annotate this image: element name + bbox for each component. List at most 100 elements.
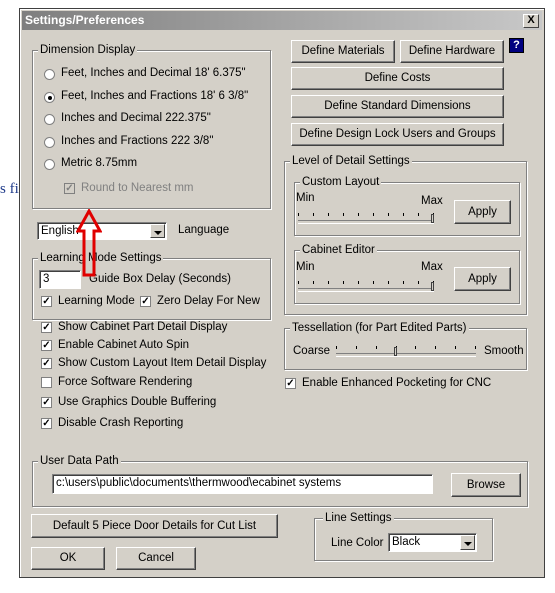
slider-tick — [373, 213, 374, 216]
learning-mode-group: Learning Mode Settings — [32, 251, 271, 320]
option-checkbox[interactable]: ✓ — [41, 397, 52, 408]
line-color-label: Line Color — [331, 537, 384, 549]
dimension-option-label: Feet, Inches and Fractions 18' 6 3/8" — [61, 90, 249, 102]
guide-box-delay-input[interactable]: 3 — [39, 270, 81, 289]
slider-tick — [358, 213, 359, 216]
option-label: Enable Cabinet Auto Spin — [58, 339, 190, 351]
option-label: Force Software Rendering — [58, 376, 193, 388]
zero-delay-checkbox[interactable]: ✓ — [140, 296, 151, 307]
round-to-nearest-mm-label: Round to Nearest mm — [81, 182, 194, 194]
learning-mode-checkbox[interactable]: ✓ — [41, 296, 52, 307]
level-of-detail-title: Level of Detail Settings — [290, 154, 412, 168]
option-label: Use Graphics Double Buffering — [58, 396, 217, 408]
cancel-button[interactable]: Cancel — [116, 547, 196, 570]
slider-tick — [336, 346, 337, 349]
slider-tick — [418, 213, 419, 216]
slider-thumb[interactable] — [431, 282, 434, 291]
language-label: Language — [178, 224, 230, 236]
window-title: Settings/Preferences — [25, 13, 145, 27]
slider-tick — [298, 213, 299, 216]
dimension-option-label: Metric 8.75mm — [61, 157, 138, 169]
title-bar[interactable]: Settings/Preferences X — [22, 11, 542, 30]
custom-layout-apply-button[interactable]: Apply — [454, 200, 511, 224]
line-color-value: Black — [392, 536, 421, 548]
define-costs-button[interactable]: Define Costs — [291, 67, 504, 90]
guide-box-delay-label: Guide Box Delay (Seconds) — [89, 273, 231, 285]
browse-button[interactable]: Browse — [451, 473, 521, 497]
dimension-radio[interactable] — [44, 159, 55, 170]
slider-thumb[interactable] — [431, 214, 434, 223]
slider-track — [298, 220, 434, 224]
define-design-lock-button[interactable]: Define Design Lock Users and Groups — [291, 123, 504, 146]
option-checkbox[interactable]: ✓ — [41, 322, 52, 333]
default-door-details-button[interactable]: Default 5 Piece Door Details for Cut Lis… — [31, 514, 278, 538]
slider-tick — [475, 346, 476, 349]
slider-tick — [403, 213, 404, 216]
slider-tick — [358, 281, 359, 284]
slider-tick — [388, 213, 389, 216]
line-settings-title: Line Settings — [323, 511, 394, 525]
user-data-path-input[interactable]: c:\users\public\documents\thermwood\ecab… — [52, 474, 433, 494]
slider-tick — [328, 213, 329, 216]
help-icon[interactable]: ? — [509, 38, 524, 53]
custom-layout-title: Custom Layout — [300, 175, 382, 189]
option-checkbox[interactable]: ✓ — [41, 340, 52, 351]
dimension-option-label: Inches and Decimal 222.375" — [61, 112, 211, 124]
slider-tick — [403, 281, 404, 284]
chevron-down-icon[interactable] — [460, 535, 475, 550]
option-checkbox[interactable]: ✓ — [41, 418, 52, 429]
dimension-radio[interactable] — [44, 69, 55, 80]
option-label: Show Cabinet Part Detail Display — [58, 321, 228, 333]
enhanced-pocketing-label: Enable Enhanced Pocketing for CNC — [302, 377, 492, 389]
cabinet-editor-max-label: Max — [421, 261, 443, 273]
slider-track — [298, 288, 434, 292]
annotation-arrow-icon — [76, 209, 102, 277]
tessellation-title: Tessellation (for Part Edited Parts) — [290, 321, 469, 335]
dimension-option-label: Inches and Fractions 222 3/8" — [61, 135, 214, 147]
slider-tick — [343, 213, 344, 216]
slider-tick — [415, 346, 416, 349]
language-select[interactable]: English — [37, 222, 167, 240]
dimension-option-label: Feet, Inches and Decimal 18' 6.375" — [61, 67, 246, 79]
zero-delay-label: Zero Delay For New — [157, 295, 260, 307]
cabinet-editor-min-label: Min — [296, 261, 315, 273]
dimension-radio[interactable] — [44, 137, 55, 148]
slider-tick — [298, 281, 299, 284]
slider-tick — [356, 346, 357, 349]
option-checkbox[interactable]: ✓ — [41, 358, 52, 369]
slider-tick — [328, 281, 329, 284]
dimension-display-title: Dimension Display — [38, 43, 138, 57]
language-value: English — [41, 225, 79, 237]
cabinet-editor-apply-button[interactable]: Apply — [454, 267, 511, 291]
custom-layout-slider[interactable] — [298, 209, 434, 225]
dimension-radio[interactable] — [44, 114, 55, 125]
slider-tick — [388, 281, 389, 284]
slider-thumb[interactable] — [394, 347, 397, 356]
round-to-nearest-mm-checkbox[interactable]: ✓ — [64, 183, 75, 194]
ok-button[interactable]: OK — [31, 547, 105, 570]
slider-tick — [343, 281, 344, 284]
slider-track — [336, 353, 476, 357]
slider-tick — [313, 213, 314, 216]
option-label: Disable Crash Reporting — [58, 417, 184, 429]
line-color-select[interactable]: Black — [388, 533, 477, 552]
tessellation-slider[interactable] — [336, 342, 476, 358]
close-button[interactable]: X — [523, 14, 539, 28]
cabinet-editor-title: Cabinet Editor — [300, 243, 377, 257]
define-hardware-button[interactable]: Define Hardware — [400, 40, 504, 63]
dimension-radio[interactable] — [44, 92, 55, 103]
slider-tick — [376, 346, 377, 349]
custom-layout-min-label: Min — [296, 192, 315, 204]
slider-tick — [373, 281, 374, 284]
custom-layout-max-label: Max — [421, 195, 443, 207]
cabinet-editor-slider[interactable] — [298, 277, 434, 293]
define-standard-dimensions-button[interactable]: Define Standard Dimensions — [291, 95, 504, 118]
tessellation-smooth-label: Smooth — [484, 345, 524, 357]
slider-tick — [455, 346, 456, 349]
option-checkbox[interactable] — [41, 377, 52, 388]
learning-mode-label: Learning Mode — [58, 295, 135, 307]
define-materials-button[interactable]: Define Materials — [291, 40, 395, 63]
enhanced-pocketing-checkbox[interactable]: ✓ — [285, 378, 296, 389]
chevron-down-icon[interactable] — [150, 224, 165, 238]
slider-tick — [435, 346, 436, 349]
